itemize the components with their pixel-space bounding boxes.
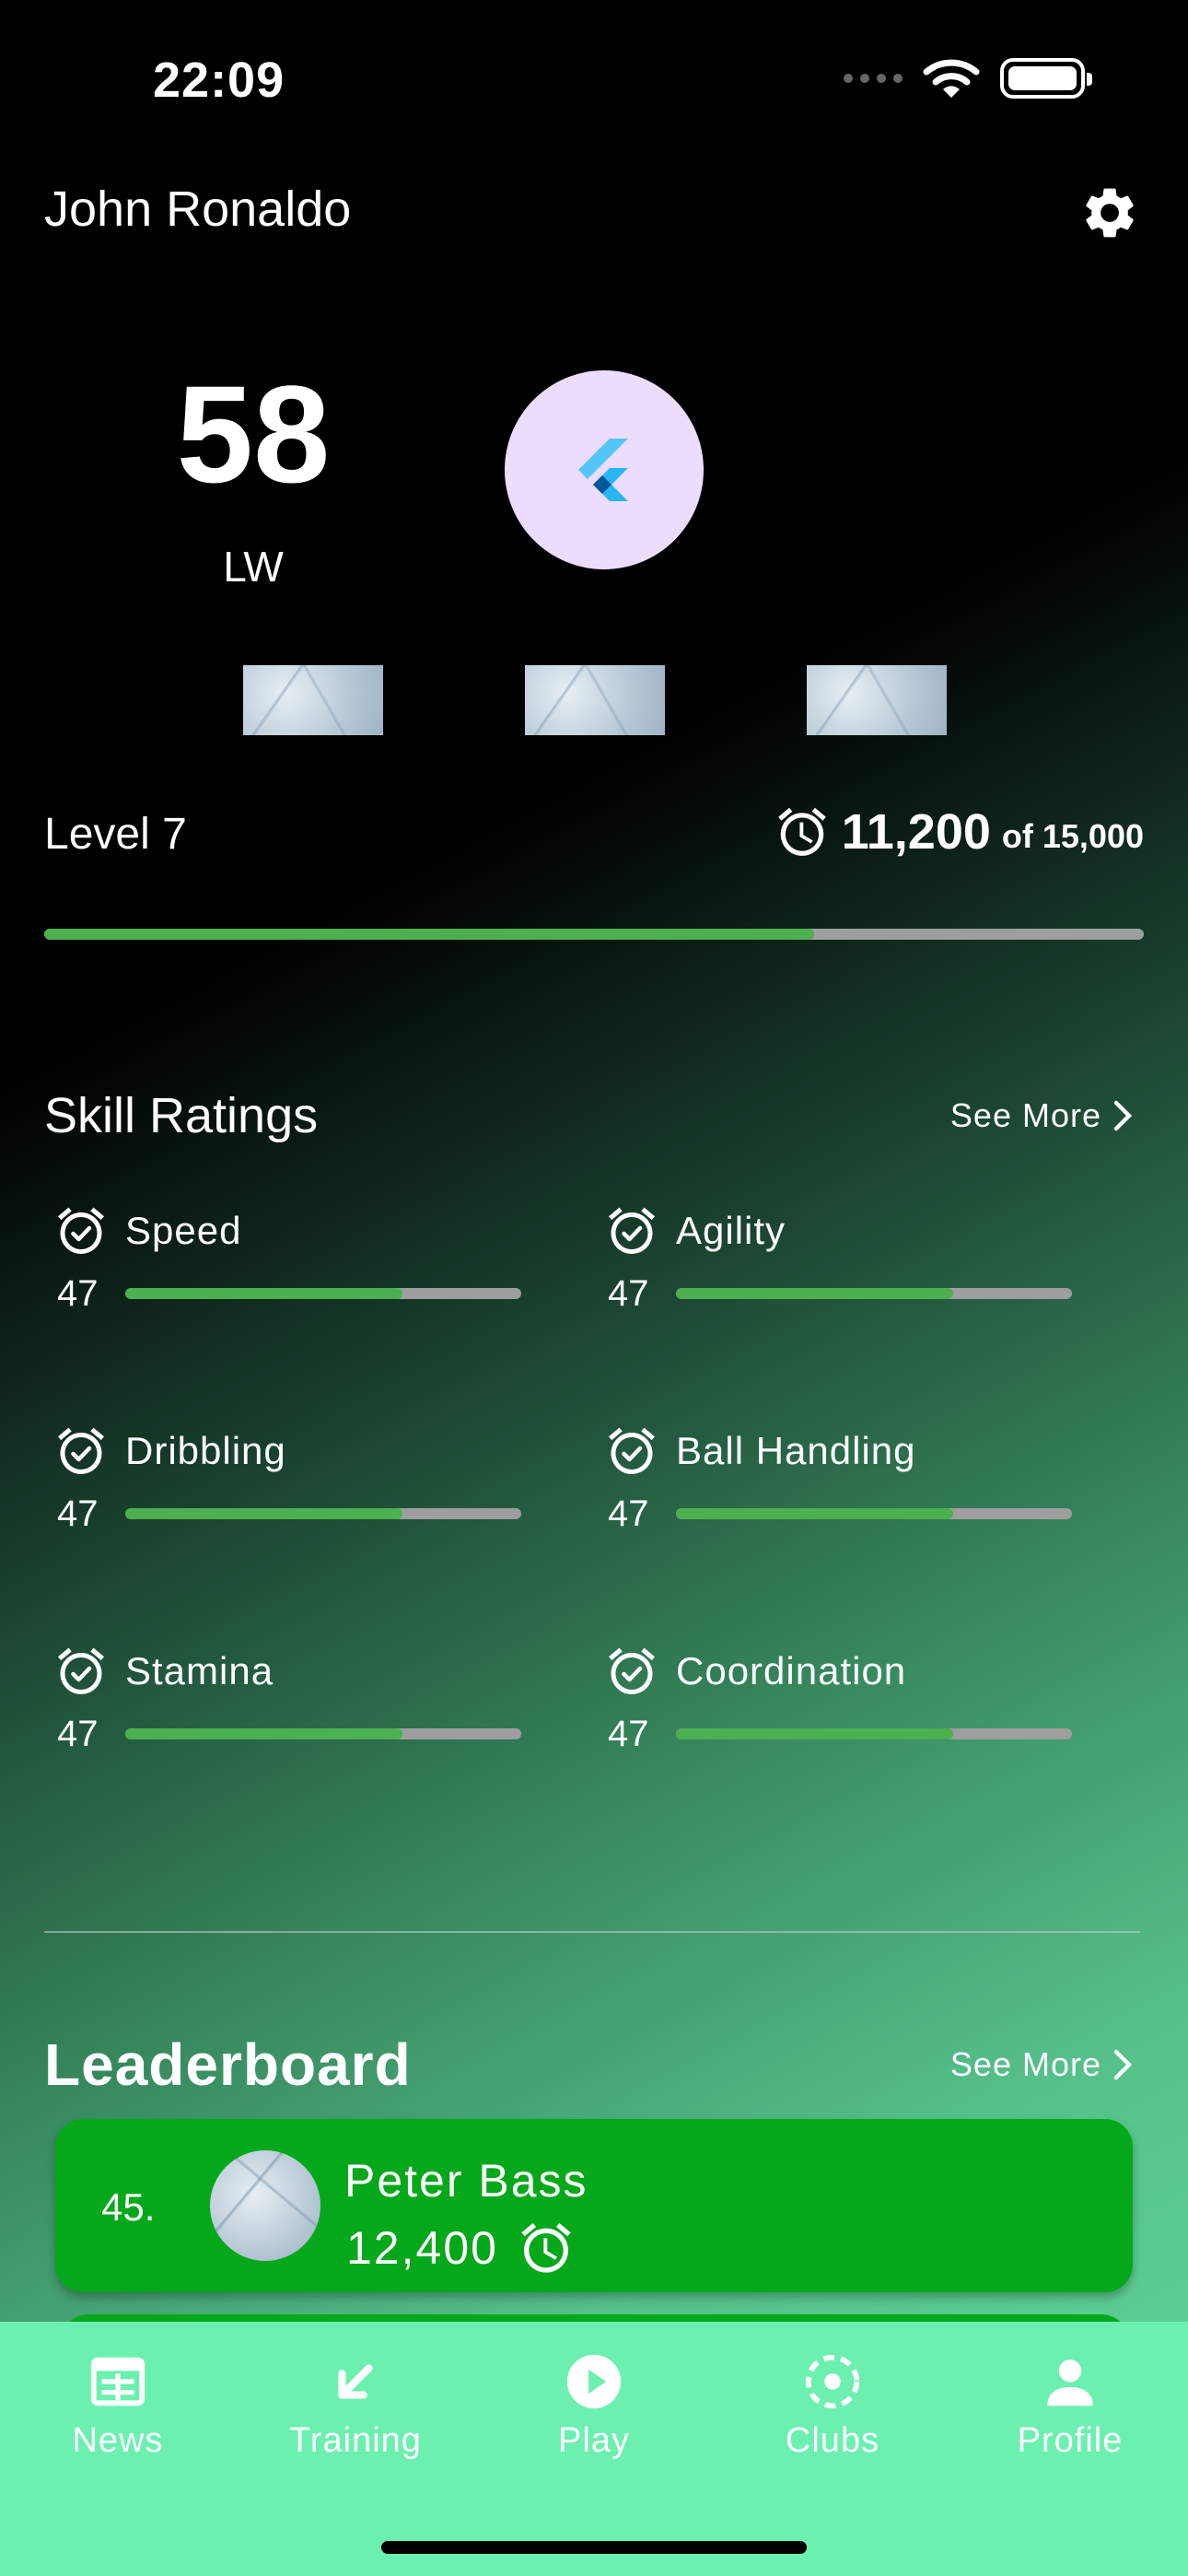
status-icons xyxy=(844,57,1092,100)
see-more-label: See More xyxy=(949,1096,1101,1134)
nav-label: News xyxy=(72,2421,164,2460)
skill-name: Coordination xyxy=(676,1649,907,1692)
skill-name: Agility xyxy=(676,1209,786,1252)
skill-progress-fill xyxy=(125,1508,402,1519)
alarm-check-icon xyxy=(609,1427,655,1474)
nav-label: Training xyxy=(289,2421,422,2460)
signal-icon xyxy=(844,74,903,83)
leaderboard-rank: 45. xyxy=(101,2185,156,2229)
settings-gear-icon[interactable] xyxy=(1079,182,1140,243)
badge-image xyxy=(243,665,383,735)
chevron-right-icon xyxy=(1113,1100,1133,1131)
clubs-icon xyxy=(805,2354,860,2409)
alarm-check-icon xyxy=(58,1427,104,1474)
nav-label: Profile xyxy=(1017,2421,1124,2460)
skill-rating-item: Ball Handling 47 xyxy=(599,1423,1077,1534)
leaderboard-player-name: Peter Bass xyxy=(344,2155,588,2207)
news-icon xyxy=(90,2357,146,2406)
skill-value: 47 xyxy=(608,1273,649,1314)
skill-value: 47 xyxy=(608,1493,649,1534)
skills-see-more-link[interactable]: See More xyxy=(950,1096,1136,1135)
badge-image xyxy=(525,665,665,735)
alarm-clock-icon xyxy=(521,2222,571,2273)
skill-progress-bar xyxy=(125,1508,521,1519)
level-progress-fill xyxy=(44,929,814,940)
skill-progress-bar xyxy=(125,1288,521,1299)
skill-ratings-title: Skill Ratings xyxy=(44,1088,319,1143)
see-more-label: See More xyxy=(949,2045,1101,2083)
nav-item-clubs[interactable]: Clubs xyxy=(740,2349,925,2461)
nav-item-training[interactable]: Training xyxy=(263,2349,448,2461)
section-divider xyxy=(44,1931,1140,1933)
skill-name: Stamina xyxy=(125,1649,274,1692)
skill-value: 47 xyxy=(57,1714,99,1754)
xp-total: of 15,000 xyxy=(1001,817,1144,855)
skill-progress-fill xyxy=(125,1728,402,1739)
skill-rating-item: Coordination 47 xyxy=(599,1644,1077,1754)
chevron-right-icon xyxy=(1113,2049,1133,2080)
skill-progress-fill xyxy=(676,1508,953,1519)
bottom-navigation-bar: News Training Play Clubs Profile xyxy=(0,2322,1188,2576)
nav-item-play[interactable]: Play xyxy=(502,2349,686,2461)
leaderboard-row[interactable]: 45. Peter Bass 12,400 xyxy=(55,2119,1133,2292)
alarm-check-icon xyxy=(58,1207,104,1254)
player-avatar[interactable] xyxy=(505,370,704,569)
skill-rating-item: Speed 47 xyxy=(48,1203,527,1314)
play-icon xyxy=(566,2354,622,2409)
badge-image xyxy=(807,665,947,735)
level-progress-bar xyxy=(44,929,1144,940)
skill-name: Dribbling xyxy=(125,1429,286,1472)
home-indicator xyxy=(381,2541,807,2554)
flutter-logo-icon xyxy=(578,439,628,501)
skill-progress-bar xyxy=(676,1288,1072,1299)
skill-name: Speed xyxy=(125,1209,242,1252)
skill-rating-item: Stamina 47 xyxy=(48,1644,527,1754)
skill-progress-bar xyxy=(125,1728,521,1739)
skill-progress-fill xyxy=(125,1288,402,1299)
skill-progress-fill xyxy=(676,1288,953,1299)
skill-progress-bar xyxy=(676,1508,1072,1519)
nav-item-news[interactable]: News xyxy=(26,2349,210,2461)
leaderboard-title: Leaderboard xyxy=(44,2032,412,2098)
alarm-check-icon xyxy=(609,1647,655,1694)
skill-value: 47 xyxy=(57,1493,99,1534)
skill-value: 47 xyxy=(608,1714,649,1754)
training-icon xyxy=(338,2364,373,2399)
battery-icon xyxy=(1000,58,1092,99)
skill-rating-item: Dribbling 47 xyxy=(48,1423,527,1534)
skill-progress-bar xyxy=(676,1728,1072,1739)
leaderboard-score-value: 12,400 xyxy=(346,2222,498,2274)
xp-counter: 11,200 of 15,000 xyxy=(774,803,1144,861)
xp-current: 11,200 xyxy=(841,804,991,860)
alarm-clock-icon xyxy=(777,807,826,856)
nav-label: Clubs xyxy=(785,2421,880,2460)
alarm-check-icon xyxy=(58,1647,104,1694)
overall-rating: 58 xyxy=(176,357,331,511)
status-time: 22:09 xyxy=(153,53,285,108)
skill-name: Ball Handling xyxy=(676,1429,916,1472)
level-label: Level 7 xyxy=(44,810,187,859)
leaderboard-see-more-link[interactable]: See More xyxy=(950,2045,1136,2084)
nav-label: Play xyxy=(558,2421,630,2460)
player-name: John Ronaldo xyxy=(44,181,352,237)
wifi-icon xyxy=(923,59,980,98)
skill-progress-fill xyxy=(676,1728,953,1739)
player-position: LW xyxy=(223,543,284,591)
skill-rating-item: Agility 47 xyxy=(599,1203,1077,1314)
profile-icon xyxy=(1047,2359,1093,2406)
nav-item-profile[interactable]: Profile xyxy=(978,2349,1162,2461)
leaderboard-avatar xyxy=(210,2150,320,2261)
leaderboard-score: 12,400 xyxy=(346,2219,576,2277)
alarm-check-icon xyxy=(609,1207,655,1254)
skill-value: 47 xyxy=(57,1273,99,1314)
